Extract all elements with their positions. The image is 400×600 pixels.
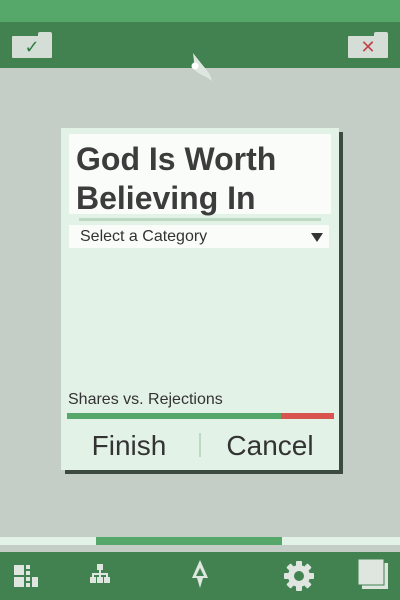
chevron-down-icon bbox=[311, 233, 323, 242]
home-fin-icon[interactable] bbox=[178, 552, 222, 600]
reject-button[interactable]: ✕ bbox=[348, 32, 388, 58]
post-title: God Is Worth Believing In bbox=[76, 141, 277, 216]
x-folder-icon: ✕ bbox=[360, 37, 376, 57]
layers-icon[interactable] bbox=[352, 552, 396, 600]
cancel-button[interactable]: Cancel bbox=[211, 428, 329, 464]
post-card: God Is Worth Believing In Select a Categ… bbox=[61, 128, 339, 470]
title-box: God Is Worth Believing In bbox=[69, 134, 331, 216]
progress-fill bbox=[96, 537, 282, 545]
ratio-shares-fill bbox=[67, 413, 281, 419]
top-bar: ✓ ✕ bbox=[0, 22, 400, 81]
gear-icon[interactable] bbox=[277, 552, 321, 600]
category-select[interactable]: Select a Category bbox=[69, 225, 329, 248]
progress-track bbox=[0, 537, 400, 545]
ratio-bar bbox=[67, 413, 334, 419]
shark-fin-logo-icon bbox=[191, 53, 212, 81]
hierarchy-icon[interactable] bbox=[78, 552, 122, 600]
ratio-label: Shares vs. Rejections bbox=[68, 391, 223, 408]
title-divider bbox=[79, 218, 321, 221]
button-divider bbox=[199, 433, 201, 457]
tiles-icon[interactable] bbox=[6, 552, 50, 600]
status-strip bbox=[0, 0, 400, 22]
finish-button[interactable]: Finish bbox=[69, 428, 189, 464]
category-select-value: Select a Category bbox=[80, 228, 208, 245]
bottom-nav bbox=[0, 552, 400, 600]
accept-button[interactable]: ✓ bbox=[12, 32, 52, 58]
check-folder-icon: ✓ bbox=[24, 37, 40, 57]
